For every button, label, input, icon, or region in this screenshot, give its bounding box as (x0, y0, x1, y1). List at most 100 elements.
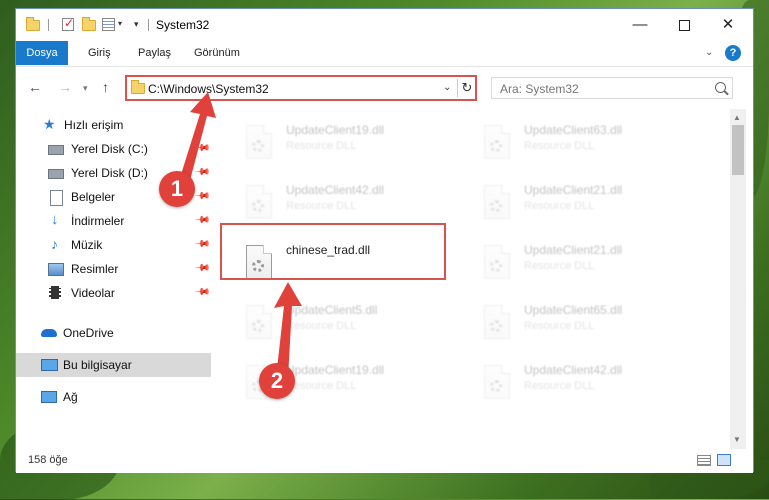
dll-file-icon (484, 365, 510, 399)
sidebar-item-label: Hızlı erişim (64, 118, 124, 132)
documents-icon (50, 190, 63, 206)
sidebar-item-downloads[interactable]: ↓ İndirmeler 📌 (16, 209, 211, 233)
file-type: Resource DLL (524, 140, 595, 152)
list-icon[interactable] (102, 18, 115, 31)
large-icons-view-icon[interactable] (717, 454, 731, 466)
file-type: Resource DLL (524, 260, 595, 272)
item-count: 158 öğe (28, 454, 68, 466)
search-input[interactable]: Ara: System32 (500, 82, 579, 96)
tab-share[interactable]: Paylaş (138, 41, 171, 65)
star-icon: ★ (43, 116, 56, 132)
dll-file-icon (484, 245, 510, 279)
list-item[interactable]: UpdateClient21.dll Resource DLL (476, 179, 696, 235)
sidebar-item-label: Yerel Disk (D:) (71, 166, 148, 180)
network-icon (41, 391, 57, 403)
sidebar-item-label: Videolar (71, 286, 115, 300)
search-box[interactable]: Ara: System32 (491, 77, 733, 99)
sidebar-item-network[interactable]: Ağ (16, 385, 211, 409)
sidebar-item-label: OneDrive (63, 326, 114, 340)
customize-quick-access-icon[interactable]: ▾ (134, 19, 139, 30)
new-folder-icon[interactable] (82, 16, 96, 33)
pin-icon[interactable]: 📌 (194, 236, 211, 253)
sidebar-item-videos[interactable]: Videolar 📌 (16, 281, 211, 305)
file-type: Resource DLL (286, 380, 357, 392)
close-button[interactable]: ✕ (713, 14, 743, 36)
back-arrow-icon[interactable]: ← (28, 79, 42, 95)
file-type: Resource DLL (524, 200, 595, 212)
sidebar-item-onedrive[interactable]: OneDrive (16, 321, 211, 345)
sidebar-item-music[interactable]: ♪ Müzik 📌 (16, 233, 211, 257)
dll-file-icon (246, 185, 272, 219)
scroll-up-icon[interactable]: ▲ (733, 113, 741, 122)
list-item[interactable]: UpdateClient42.dll Resource DLL (476, 359, 696, 415)
expand-ribbon-icon[interactable]: ⌄ (705, 47, 713, 58)
callout-badge-1: 1 (159, 171, 195, 207)
sidebar-item-this-pc[interactable]: Bu bilgisayar (16, 353, 211, 377)
status-bar: 158 öğe (16, 449, 753, 473)
videos-icon (49, 286, 61, 299)
address-history-icon[interactable]: ⌄ (443, 82, 451, 93)
sidebar-item-label: Bu bilgisayar (63, 358, 132, 372)
up-arrow-icon[interactable]: ↑ (102, 79, 109, 95)
selected-file-highlight (220, 223, 446, 280)
sidebar-item-label: Müzik (71, 238, 103, 252)
computer-icon (41, 359, 58, 371)
pin-icon[interactable]: 📌 (194, 212, 211, 229)
scroll-down-icon[interactable]: ▼ (733, 435, 741, 444)
dll-file-icon (246, 125, 272, 159)
tab-home[interactable]: Giriş (88, 41, 111, 65)
folder-icon (26, 16, 42, 33)
ribbon: Dosya Giriş Paylaş Görünüm ⌄ ? (16, 41, 753, 65)
callout-badge-2: 2 (259, 363, 295, 399)
tab-view[interactable]: Görünüm (194, 41, 240, 65)
dll-file-icon (484, 125, 510, 159)
list-item[interactable]: UpdateClient65.dll Resource DLL (476, 299, 696, 355)
scroll-thumb[interactable] (732, 125, 744, 175)
file-name: UpdateClient42.dll (524, 363, 623, 377)
file-name: UpdateClient21.dll (524, 243, 623, 257)
folder-icon (131, 80, 145, 94)
details-view-icon[interactable] (697, 455, 711, 466)
drive-icon (48, 169, 64, 179)
sidebar-item-label: Resimler (71, 262, 119, 276)
dll-file-icon (484, 305, 510, 339)
music-icon: ♪ (51, 236, 58, 252)
divider (48, 19, 49, 31)
list-item[interactable]: UpdateClient21.dll Resource DLL (476, 239, 696, 295)
divider (148, 19, 149, 31)
recent-locations-icon[interactable]: ▾ (83, 83, 88, 94)
sidebar-item-label: Belgeler (71, 190, 116, 204)
minimize-button[interactable]: — (625, 14, 655, 36)
file-name: UpdateClient21.dll (524, 183, 623, 197)
download-icon: ↓ (51, 211, 59, 228)
dll-file-icon (484, 185, 510, 219)
file-type: Resource DLL (524, 380, 595, 392)
pin-icon[interactable]: 📌 (194, 260, 211, 277)
file-name: UpdateClient42.dll (286, 183, 385, 197)
caret-down-icon[interactable]: ▾ (118, 19, 122, 28)
properties-check-icon[interactable] (62, 16, 74, 31)
file-type: Resource DLL (286, 200, 357, 212)
help-icon[interactable]: ? (725, 45, 741, 61)
file-name: UpdateClient65.dll (524, 303, 623, 317)
forward-arrow-icon[interactable]: → (58, 79, 72, 95)
file-type: Resource DLL (286, 140, 357, 152)
list-item[interactable]: UpdateClient19.dll Resource DLL (238, 119, 458, 175)
window-title: System32 (156, 18, 210, 32)
file-type: Resource DLL (524, 320, 595, 332)
pictures-icon (48, 263, 64, 276)
title-bar: ▾ ▾ System32 — ✕ (16, 9, 753, 41)
refresh-icon[interactable]: ↻ (457, 79, 476, 97)
tab-file[interactable]: Dosya (16, 41, 68, 65)
drive-icon (48, 145, 64, 155)
search-icon[interactable] (715, 82, 726, 93)
sidebar-item-label: İndirmeler (71, 214, 125, 228)
list-item[interactable]: UpdateClient63.dll Resource DLL (476, 119, 696, 175)
sidebar-item-pictures[interactable]: Resimler 📌 (16, 257, 211, 281)
cloud-icon (41, 329, 57, 337)
maximize-button[interactable] (669, 14, 699, 36)
sidebar-item-label: Yerel Disk (C:) (71, 142, 148, 156)
file-name: UpdateClient19.dll (286, 123, 385, 137)
pin-icon[interactable]: 📌 (194, 284, 211, 301)
vertical-scrollbar[interactable]: ▲ ▼ (730, 109, 746, 449)
